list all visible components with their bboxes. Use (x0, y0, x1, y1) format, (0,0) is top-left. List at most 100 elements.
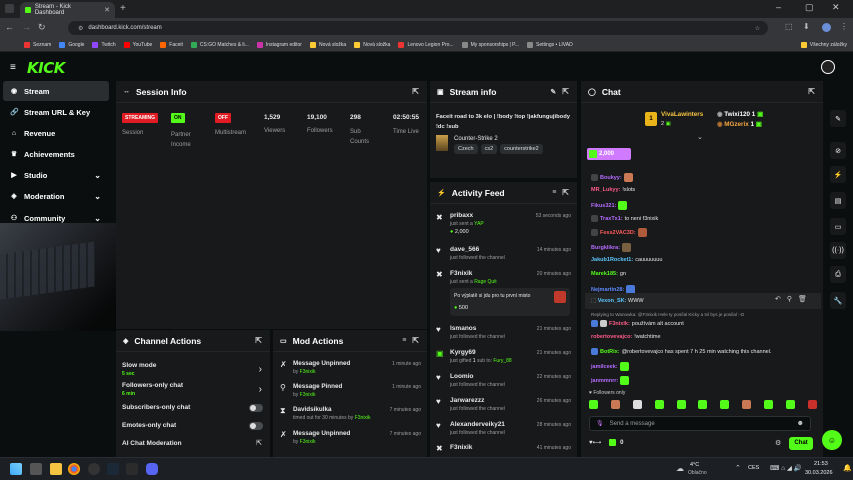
profile-avatar[interactable] (822, 23, 831, 32)
undo-icon[interactable]: ↶ (775, 295, 781, 303)
browser-tab[interactable]: Stream - Kick Dashboard ✕ (20, 2, 115, 18)
hamburger-menu-icon[interactable]: ≡ (10, 62, 16, 73)
filter-icon[interactable]: ≡ (402, 337, 406, 344)
tray-icons[interactable]: ⌨ ⌂ ◢ 🔊 (770, 464, 802, 472)
tag-chip[interactable]: counterstrike2 (500, 144, 543, 154)
app-icon[interactable] (126, 463, 138, 475)
chevron-down-icon[interactable]: ⌄ (697, 133, 703, 141)
popout-icon[interactable]: ⇱ (562, 188, 569, 197)
emote-button[interactable] (786, 400, 796, 409)
clock-time[interactable]: 21:53 (814, 461, 828, 467)
clock-date[interactable]: 30.03.2026 (805, 470, 833, 476)
chat-bubble-icon[interactable]: ▭ (830, 218, 846, 235)
kick-logo[interactable]: KICK (27, 59, 65, 77)
bookmark-item[interactable]: Twitch (92, 41, 116, 48)
edit-icon[interactable]: ✎ (550, 88, 556, 96)
bookmark-item[interactable]: Settings • LIVAD (527, 41, 573, 48)
site-info-icon[interactable]: ⚙ (78, 25, 83, 32)
bookmark-item[interactable]: Google (59, 41, 84, 48)
emote-button[interactable] (742, 400, 752, 409)
search-icon[interactable] (30, 463, 42, 475)
lightning-icon[interactable]: ⚡ (830, 166, 846, 183)
windows-start-icon[interactable] (10, 463, 22, 475)
tag-chip[interactable]: cs2 (480, 144, 498, 154)
emote-button[interactable] (589, 400, 598, 409)
broadcast-icon[interactable]: ((·)) (830, 242, 846, 259)
bookmark-item[interactable]: Nová složka (354, 41, 390, 48)
emote-button[interactable] (807, 400, 817, 409)
emote-button[interactable] (698, 400, 708, 409)
bookmark-item[interactable]: Seznam (24, 41, 51, 48)
activity-user[interactable]: lsmanos (450, 325, 476, 332)
emote-button[interactable] (720, 400, 730, 409)
slow-mode-row[interactable]: Slow mode 5 sec › (116, 361, 270, 379)
app-icon[interactable] (88, 463, 100, 475)
activity-user[interactable]: F3nixik (450, 444, 472, 451)
tab-search-icon[interactable] (5, 4, 14, 13)
bookmark-item[interactable]: Nová složka (309, 41, 346, 48)
bookmark-item[interactable]: My sponsorships | P... (461, 41, 519, 48)
printer-icon[interactable]: ⎙ (830, 266, 846, 283)
pin-message-icon[interactable]: ⚲ (787, 295, 792, 303)
extensions-icon[interactable]: ⬚ (785, 22, 793, 31)
sidebar-item-stream-url[interactable]: 🔗 Stream URL & Key (3, 102, 109, 122)
downloads-icon[interactable]: ⬇ (803, 22, 810, 31)
activity-user[interactable]: pribaxx (450, 212, 473, 219)
forward-icon[interactable]: → (22, 22, 31, 32)
chat-settings-icon[interactable]: ⚙ (775, 439, 781, 447)
ai-moderation-row[interactable]: AI Chat Moderation ⇱ (116, 439, 270, 451)
activity-user[interactable]: Jarwarezzz (450, 397, 484, 404)
chat-send-button[interactable]: Chat (789, 437, 813, 450)
chat-input[interactable]: 🎙 Send a message ☻ (589, 416, 811, 431)
pinned-kicks-badge[interactable]: 2,000 (587, 148, 631, 160)
sidebar-item-stream[interactable]: ◉ Stream (3, 81, 109, 101)
emote-button[interactable] (676, 400, 686, 409)
emotes-only-toggle[interactable] (249, 422, 263, 430)
activity-user[interactable]: dave_566 (450, 246, 479, 253)
tag-chip[interactable]: Czech (454, 144, 478, 154)
reload-icon[interactable]: ↻ (38, 22, 46, 33)
heart-link-icon[interactable]: ♥⟷ (589, 439, 601, 446)
discord-icon[interactable] (146, 463, 158, 475)
notification-bell-icon[interactable]: 🔔 (843, 464, 852, 472)
edit-layout-icon[interactable]: ✎ (830, 110, 846, 127)
all-bookmarks[interactable]: Všechny záložky (800, 41, 847, 48)
browser-menu-icon[interactable]: ⋮ (840, 22, 848, 31)
emote-button[interactable] (654, 400, 664, 409)
input-language[interactable]: CES (748, 465, 759, 471)
new-tab-icon[interactable]: + (120, 3, 126, 14)
clipboard-icon[interactable]: ▤ (830, 192, 846, 209)
bookmark-star-icon[interactable]: ☆ (755, 25, 760, 32)
wrench-icon[interactable]: 🔧 (830, 292, 846, 309)
leader-name[interactable]: ◉ Twixi120 1 ▣ (717, 111, 763, 118)
followers-only-row[interactable]: Followers-only chat 6 min › (116, 381, 270, 399)
leader-name[interactable]: VivaLawinters (661, 111, 703, 118)
filter-icon[interactable]: ≡ (552, 189, 556, 196)
delete-icon[interactable]: 🗑 (798, 295, 807, 303)
leader-name[interactable]: ◉ MGzerix 1 ▣ (717, 121, 762, 128)
popout-icon[interactable]: ⇱ (562, 87, 569, 96)
back-icon[interactable]: ← (5, 22, 14, 32)
user-avatar[interactable] (821, 60, 835, 74)
file-explorer-icon[interactable] (50, 463, 62, 475)
emote-button[interactable] (610, 400, 620, 409)
activity-user[interactable]: F3nixik (450, 270, 472, 277)
maximize-icon[interactable]: ▢ (805, 2, 814, 13)
activity-user[interactable]: Kyrgy69 (450, 349, 476, 356)
chrome-icon[interactable] (68, 463, 80, 475)
emoji-icon[interactable]: ☻ (797, 420, 804, 427)
tray-chevron-icon[interactable]: ⌃ (735, 464, 741, 472)
popout-icon[interactable]: ⇱ (412, 87, 419, 96)
activity-user[interactable]: Alexanderveiky21 (450, 421, 505, 428)
bookmark-item[interactable]: Faceit (160, 41, 183, 48)
popout-icon[interactable]: ⇱ (255, 336, 262, 345)
activity-user[interactable]: Loomio (450, 373, 473, 380)
close-window-icon[interactable]: ✕ (832, 2, 840, 13)
minimize-icon[interactable]: – (776, 2, 781, 12)
sidebar-item-revenue[interactable]: ⌂ Revenue (3, 123, 109, 143)
url-input[interactable]: ⚙ dashboard.kick.com/stream ☆ (68, 21, 768, 35)
bookmark-item[interactable]: YouTube (123, 41, 152, 48)
bookmark-item[interactable]: Instagram editor (256, 41, 302, 48)
sidebar-item-moderation[interactable]: ◈ Moderation ⌄ (3, 186, 109, 206)
close-tab-icon[interactable]: ✕ (104, 6, 110, 14)
